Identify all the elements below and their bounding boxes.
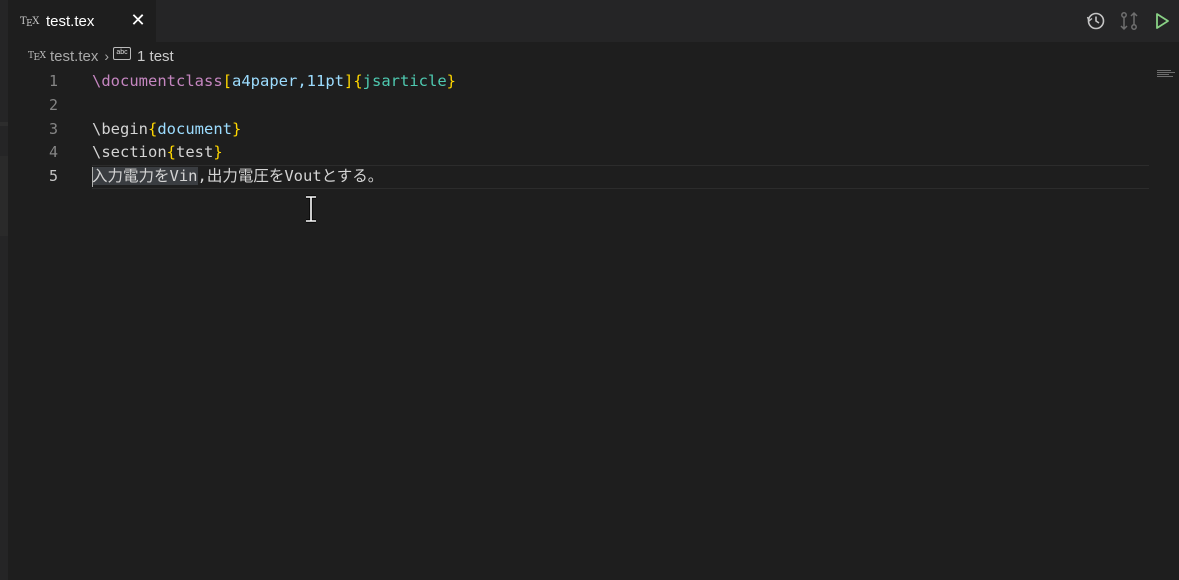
section-title: test bbox=[176, 143, 214, 162]
line-number-gutter: 1 2 3 4 5 bbox=[8, 70, 80, 189]
chevron-right-icon: › bbox=[104, 48, 110, 64]
code-editor[interactable]: 1 2 3 4 5 \documentclass[a4paper,11pt]{j… bbox=[8, 70, 1179, 580]
abc-section-icon: abc bbox=[113, 46, 132, 60]
tab-bar: TEX test.tex ✕ bbox=[8, 0, 1179, 42]
code-line[interactable]: \section{test} bbox=[92, 141, 1149, 165]
class-options: a4paper,11pt bbox=[232, 72, 344, 90]
line-number: 1 bbox=[48, 72, 58, 90]
code-line-current[interactable]: 入力電力をVin,出力電圧をVoutとする。 bbox=[92, 165, 1149, 189]
bracket: } bbox=[213, 143, 223, 162]
selected-text[interactable]: 入力電力をVin bbox=[92, 167, 198, 186]
line-number: 3 bbox=[48, 119, 58, 138]
line-text: ,出力電圧をVoutとする。 bbox=[197, 167, 384, 186]
latex-command: \begin bbox=[92, 119, 148, 138]
minimap[interactable] bbox=[1157, 70, 1177, 80]
editor-actions bbox=[1085, 10, 1173, 32]
tab-label: test.tex bbox=[46, 12, 95, 30]
latex-command: \section bbox=[92, 143, 167, 162]
close-icon[interactable]: ✕ bbox=[128, 11, 148, 31]
code-lines[interactable]: \documentclass[a4paper,11pt]{jsarticle} … bbox=[92, 70, 1149, 189]
timeline-icon[interactable] bbox=[1085, 10, 1107, 32]
edge-marker bbox=[0, 122, 8, 126]
bracket: { bbox=[166, 143, 176, 162]
environment-name: document bbox=[157, 119, 232, 138]
code-line[interactable]: \begin{document} bbox=[92, 118, 1149, 142]
bracket: ] bbox=[343, 72, 354, 90]
minimap-line bbox=[1157, 72, 1175, 73]
source-control-compare-icon[interactable] bbox=[1118, 10, 1140, 32]
minimap-line bbox=[1157, 74, 1169, 75]
document-class-name: jsarticle bbox=[362, 72, 447, 90]
text-cursor bbox=[92, 167, 93, 188]
tex-file-icon: TEX bbox=[28, 51, 46, 63]
activity-edge bbox=[0, 0, 8, 580]
bracket: } bbox=[232, 119, 242, 138]
bracket: { bbox=[148, 119, 158, 138]
tab-test-tex[interactable]: TEX test.tex ✕ bbox=[8, 0, 156, 42]
code-line[interactable] bbox=[92, 94, 1149, 118]
line-number-active: 5 bbox=[48, 167, 58, 186]
minimap-line bbox=[1157, 70, 1171, 71]
breadcrumb: TEX test.tex › abc 1 test bbox=[8, 42, 1179, 70]
code-line[interactable]: \documentclass[a4paper,11pt]{jsarticle} bbox=[92, 70, 1149, 94]
run-icon[interactable] bbox=[1151, 10, 1173, 32]
bracket: { bbox=[353, 72, 363, 90]
bracket: [ bbox=[222, 72, 232, 90]
edge-scroll-indicator bbox=[0, 156, 8, 236]
minimap-line bbox=[1157, 76, 1173, 77]
bracket: } bbox=[446, 72, 457, 90]
breadcrumb-file[interactable]: test.tex bbox=[50, 48, 98, 65]
tex-file-icon: TEX bbox=[20, 15, 39, 29]
line-number: 4 bbox=[48, 143, 58, 162]
line-number: 2 bbox=[48, 95, 58, 114]
latex-command: \documentclass bbox=[92, 72, 223, 90]
mouse-ibeam-cursor-icon bbox=[306, 195, 316, 223]
breadcrumb-symbol[interactable]: 1 test bbox=[137, 48, 174, 65]
